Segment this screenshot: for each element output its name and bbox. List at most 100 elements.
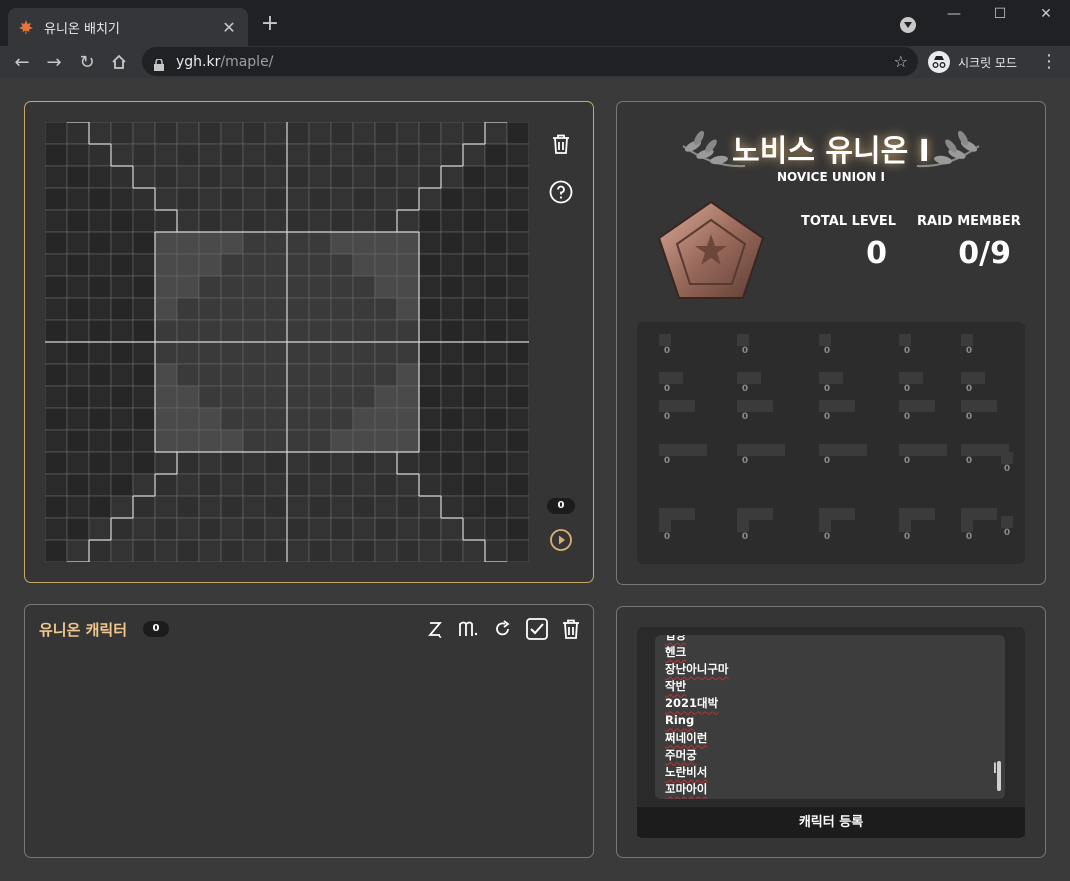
board-cell[interactable] — [132, 473, 156, 497]
board-cell[interactable] — [132, 165, 156, 189]
board-cell[interactable] — [418, 495, 442, 519]
board-cell[interactable] — [198, 319, 222, 343]
board-cell[interactable] — [264, 165, 288, 189]
board-cell[interactable] — [242, 495, 266, 519]
board-cell[interactable] — [396, 473, 420, 497]
board-cell[interactable] — [308, 143, 332, 167]
board-cell[interactable] — [110, 209, 134, 233]
board-cell[interactable] — [396, 407, 420, 431]
board-cell[interactable] — [132, 297, 156, 321]
board-cell[interactable] — [330, 143, 354, 167]
board-cell[interactable] — [242, 187, 266, 211]
board-cell[interactable] — [220, 407, 244, 431]
board-cell[interactable] — [330, 122, 354, 145]
board-cell[interactable] — [352, 275, 376, 299]
board-cell[interactable] — [264, 341, 288, 365]
board-cell[interactable] — [440, 253, 464, 277]
board-cell[interactable] — [330, 451, 354, 475]
board-cell[interactable] — [110, 165, 134, 189]
board-cell[interactable] — [264, 209, 288, 233]
board-cell[interactable] — [418, 187, 442, 211]
board-cell[interactable] — [352, 495, 376, 519]
minimize-icon[interactable]: — — [944, 6, 964, 22]
board-cell[interactable] — [462, 319, 486, 343]
board-cell[interactable] — [242, 297, 266, 321]
board-cell[interactable] — [440, 297, 464, 321]
board-cell[interactable] — [462, 187, 486, 211]
board-cell[interactable] — [418, 122, 442, 145]
board-cell[interactable] — [352, 143, 376, 167]
board-cell[interactable] — [308, 517, 332, 541]
board-cell[interactable] — [330, 341, 354, 365]
board-cell[interactable] — [418, 319, 442, 343]
board-cell[interactable] — [176, 429, 200, 453]
board-cell[interactable] — [396, 517, 420, 541]
board-cell[interactable] — [506, 275, 529, 299]
board-cell[interactable] — [88, 143, 112, 167]
board-cell[interactable] — [132, 122, 156, 145]
board-cell[interactable] — [66, 165, 90, 189]
board-cell[interactable] — [374, 363, 398, 387]
board-cell[interactable] — [154, 275, 178, 299]
tab-search-icon[interactable] — [900, 17, 916, 33]
board-cell[interactable] — [132, 231, 156, 255]
board-cell[interactable] — [396, 341, 420, 365]
board-cell[interactable] — [286, 187, 310, 211]
board-cell[interactable] — [88, 341, 112, 365]
board-cell[interactable] — [198, 539, 222, 562]
board-cell[interactable] — [418, 231, 442, 255]
board-cell[interactable] — [396, 165, 420, 189]
board-cell[interactable] — [66, 122, 90, 145]
board-cell[interactable] — [154, 495, 178, 519]
help-icon[interactable] — [547, 178, 575, 206]
board-cell[interactable] — [110, 363, 134, 387]
board-cell[interactable] — [506, 341, 529, 365]
board-cell[interactable] — [418, 517, 442, 541]
board-cell[interactable] — [88, 429, 112, 453]
board-cell[interactable] — [484, 517, 508, 541]
maximize-icon[interactable]: ☐ — [990, 6, 1010, 22]
board-cell[interactable] — [242, 363, 266, 387]
board-cell[interactable] — [264, 385, 288, 409]
board-cell[interactable] — [88, 473, 112, 497]
board-cell[interactable] — [506, 297, 529, 321]
board-cell[interactable] — [88, 209, 112, 233]
board-cell[interactable] — [484, 209, 508, 233]
board-cell[interactable] — [242, 385, 266, 409]
board-cell[interactable] — [286, 517, 310, 541]
board-cell[interactable] — [396, 275, 420, 299]
board-cell[interactable] — [88, 253, 112, 277]
board-cell[interactable] — [308, 407, 332, 431]
board-cell[interactable] — [66, 275, 90, 299]
board-cell[interactable] — [110, 539, 134, 562]
board-cell[interactable] — [198, 275, 222, 299]
board-cell[interactable] — [45, 495, 68, 519]
board-cell[interactable] — [462, 297, 486, 321]
board-cell[interactable] — [286, 165, 310, 189]
board-cell[interactable] — [440, 517, 464, 541]
board-cell[interactable] — [396, 363, 420, 387]
board-cell[interactable] — [374, 165, 398, 189]
board-cell[interactable] — [45, 143, 68, 167]
board-cell[interactable] — [220, 187, 244, 211]
board-cell[interactable] — [418, 473, 442, 497]
board-cell[interactable] — [88, 451, 112, 475]
board-cell[interactable] — [462, 407, 486, 431]
board-cell[interactable] — [110, 143, 134, 167]
board-cell[interactable] — [418, 165, 442, 189]
board-cell[interactable] — [220, 122, 244, 145]
board-cell[interactable] — [198, 187, 222, 211]
board-cell[interactable] — [66, 407, 90, 431]
board-cell[interactable] — [374, 341, 398, 365]
board-cell[interactable] — [374, 275, 398, 299]
board-cell[interactable] — [352, 473, 376, 497]
board-cell[interactable] — [462, 473, 486, 497]
board-cell[interactable] — [374, 231, 398, 255]
board-cell[interactable] — [110, 495, 134, 519]
board-cell[interactable] — [374, 495, 398, 519]
board-cell[interactable] — [462, 209, 486, 233]
board-cell[interactable] — [330, 429, 354, 453]
board-cell[interactable] — [154, 451, 178, 475]
board-cell[interactable] — [45, 473, 68, 497]
board-cell[interactable] — [264, 429, 288, 453]
